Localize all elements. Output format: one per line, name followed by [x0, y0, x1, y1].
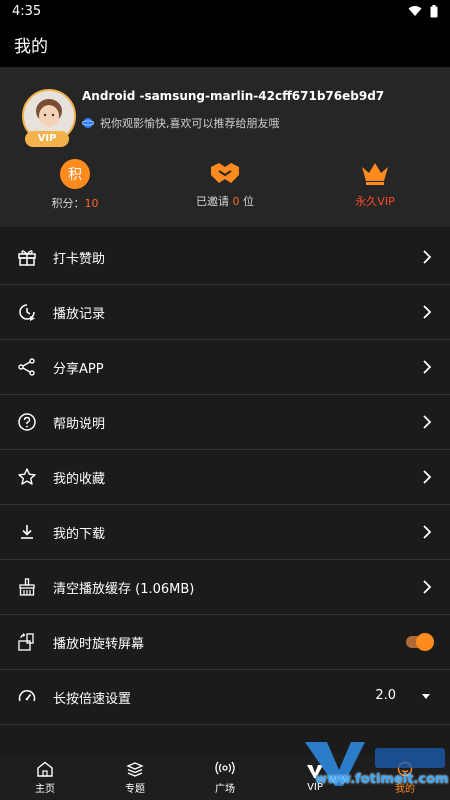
menu-item-favorites[interactable]: 我的收藏 — [0, 450, 450, 505]
star-icon — [16, 466, 38, 488]
status-icons — [408, 4, 438, 18]
dropdown-arrow-icon[interactable] — [422, 694, 430, 699]
rotate-screen-icon — [16, 631, 38, 653]
menu-item-downloads[interactable]: 我的下载 — [0, 505, 450, 560]
points-stat[interactable]: 积 积分：10 — [0, 159, 150, 219]
points-label: 积分： — [51, 197, 85, 210]
menu-label-play-history: 播放记录 — [53, 306, 106, 322]
vip-stat[interactable]: 永久VIP — [300, 159, 450, 219]
status-bar: 4:35 — [0, 0, 450, 22]
chevron-right-icon — [423, 250, 432, 264]
chevron-right-icon — [423, 415, 432, 429]
menu-label-downloads: 我的下载 — [53, 526, 106, 542]
invited-count: 0 — [232, 195, 240, 208]
tagline: 祝你观影愉快,喜欢可以推荐给朋友哦 — [100, 117, 280, 130]
points-text: 积分：10 — [52, 195, 99, 211]
stats-row: 积 积分：10 已邀请 0 位 永久VIP — [0, 159, 450, 219]
chevron-right-icon — [423, 525, 432, 539]
wifi-icon — [408, 6, 422, 16]
gift-icon — [16, 246, 38, 268]
speed-value[interactable]: 2.0 — [375, 688, 396, 703]
home-icon — [37, 761, 53, 777]
points-icon: 积 — [60, 159, 90, 189]
nav-label-topics: 专题 — [125, 783, 145, 795]
share-icon — [16, 356, 38, 378]
menu-label-favorites: 我的收藏 — [53, 471, 106, 487]
menu-label-rotate-screen: 播放时旋转屏幕 — [53, 636, 145, 652]
menu-label-clear-cache: 清空播放缓存 (1.06MB) — [53, 581, 195, 597]
layers-icon — [126, 761, 144, 777]
battery-icon — [430, 4, 438, 17]
crown-icon — [362, 163, 388, 185]
profile-card: VIP Android -samsung-marlin-42cff671b76e… — [0, 67, 450, 227]
menu-label-help: 帮助说明 — [53, 416, 106, 432]
page-title: 我的 — [14, 37, 48, 57]
nav-label-plaza: 广场 — [215, 783, 235, 795]
invited-stat[interactable]: 已邀请 0 位 — [150, 159, 300, 219]
menu-item-help[interactable]: 帮助说明 — [0, 395, 450, 450]
status-time: 4:35 — [12, 3, 42, 19]
chevron-right-icon — [423, 360, 432, 374]
history-icon — [16, 301, 38, 323]
app-bar: 我的 — [0, 22, 450, 67]
download-icon — [16, 521, 38, 543]
tagline-row: 祝你观影愉快,喜欢可以推荐给朋友哦 — [82, 115, 280, 131]
watermark-text: www.fotimeit.com — [315, 772, 449, 787]
nav-item-home[interactable]: 主页 — [0, 755, 90, 800]
menu-item-share-app[interactable]: 分享APP — [0, 340, 450, 395]
menu-label-share-app: 分享APP — [53, 361, 104, 377]
menu-label-checkin-sponsor: 打卡赞助 — [53, 251, 106, 267]
chevron-right-icon — [423, 580, 432, 594]
rotate-screen-toggle[interactable] — [406, 633, 434, 651]
broadcast-icon — [215, 761, 235, 774]
menu-item-speed-setting[interactable]: 长按倍速设置 2.0 — [0, 670, 450, 725]
points-value: 10 — [84, 197, 99, 210]
help-icon — [16, 411, 38, 433]
menu-item-checkin-sponsor[interactable]: 打卡赞助 — [0, 230, 450, 285]
device-name: Android -samsung-marlin-42cff671b76eb9d7 — [82, 89, 385, 103]
nav-item-topics[interactable]: 专题 — [90, 755, 180, 800]
planet-icon — [82, 118, 94, 128]
nav-label-home: 主页 — [35, 783, 55, 795]
menu-item-rotate-screen: 播放时旋转屏幕 — [0, 615, 450, 670]
vip-badge: VIP — [25, 131, 69, 147]
chevron-right-icon — [423, 305, 432, 319]
vip-label: 永久VIP — [355, 195, 395, 208]
menu-list: 打卡赞助 播放记录 分享APP 帮助说明 我的收藏 我的下载 清空播放缓存 (1… — [0, 230, 450, 725]
broom-icon — [16, 576, 38, 598]
svg-text:积: 积 — [68, 167, 82, 183]
speedometer-icon — [16, 686, 38, 708]
handshake-icon — [211, 163, 239, 183]
nav-item-plaza[interactable]: 广场 — [180, 755, 270, 800]
menu-item-clear-cache[interactable]: 清空播放缓存 (1.06MB) — [0, 560, 450, 615]
invited-text: 已邀请 0 位 — [196, 193, 254, 209]
invited-unit: 位 — [243, 195, 254, 208]
invited-label: 已邀请 — [196, 195, 229, 208]
menu-item-play-history[interactable]: 播放记录 — [0, 285, 450, 340]
chevron-right-icon — [423, 470, 432, 484]
